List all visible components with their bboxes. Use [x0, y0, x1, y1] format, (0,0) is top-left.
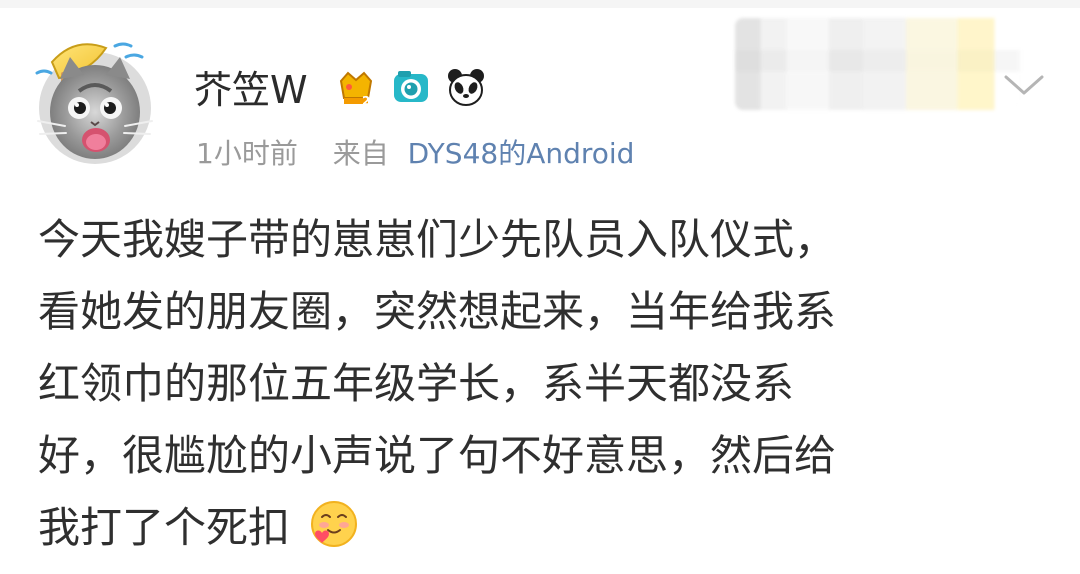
svg-text:2: 2: [362, 94, 370, 108]
blush-heart-emoji-icon: [309, 499, 359, 549]
post-time: 1小时前: [196, 137, 298, 170]
blurred-region: [735, 18, 1020, 110]
post-text-line-last: 我打了个死扣: [38, 492, 1048, 564]
post-meta: 1小时前 来自 DYS48的Android: [196, 134, 634, 174]
post-text-line: 好，很尴尬的小声说了句不好意思，然后给: [38, 431, 837, 480]
post-source-link[interactable]: DYS48的Android: [408, 137, 635, 170]
post-text-line: 今天我嫂子带的崽崽们少先队员入队仪式，: [38, 215, 837, 264]
chevron-down-icon: [1004, 75, 1044, 95]
panda-icon[interactable]: [444, 66, 488, 110]
username[interactable]: 芥笠W: [194, 65, 308, 115]
post-text-line: 红领巾的那位五年级学长，系半天都没系: [38, 359, 795, 408]
post-text-line: 看她发的朋友圈，突然想起来，当年给我系: [38, 287, 837, 336]
top-divider: [0, 0, 1080, 8]
source-prefix: 来自: [332, 137, 389, 170]
user-badges: 2: [334, 64, 488, 112]
user-avatar[interactable]: [32, 30, 158, 172]
camera-icon[interactable]: [389, 66, 433, 110]
post-text-last-line-text: 我打了个死扣: [38, 503, 291, 552]
weibo-post: 芥笠W 2 1小时前 来自 DYS48的Android 今天我嫂子带的崽崽们少先…: [0, 0, 1080, 574]
post-menu-toggle[interactable]: [998, 68, 1050, 102]
membership-crown-icon[interactable]: 2: [334, 66, 378, 110]
post-content: 今天我嫂子带的崽崽们少先队员入队仪式， 看她发的朋友圈，突然想起来，当年给我系 …: [38, 204, 1048, 564]
cat-avatar-icon: [35, 42, 153, 164]
